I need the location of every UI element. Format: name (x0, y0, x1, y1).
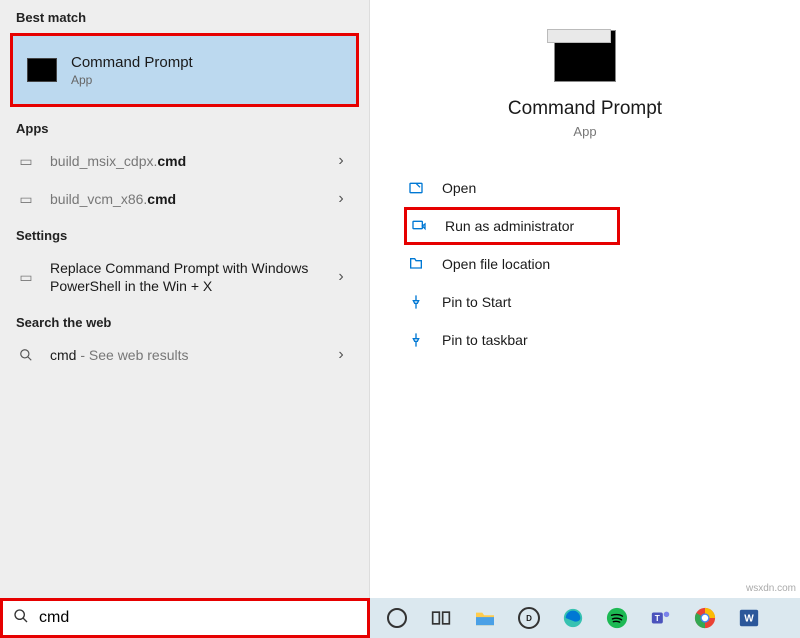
edge-icon[interactable] (560, 605, 586, 631)
cortana-icon[interactable] (384, 605, 410, 631)
search-icon (16, 346, 36, 364)
results-panel: Best match Command Prompt App Apps ▭ bui… (0, 0, 370, 598)
svg-text:W: W (744, 614, 754, 625)
preview-title: Command Prompt (508, 98, 662, 120)
best-match-subtitle: App (71, 73, 193, 87)
section-settings: Settings (0, 218, 369, 249)
search-icon (13, 608, 29, 628)
svg-text:T: T (655, 614, 660, 623)
search-input[interactable] (39, 609, 357, 627)
section-web: Search the web (0, 305, 369, 336)
section-best-match: Best match (0, 0, 369, 31)
chevron-right-icon[interactable]: › (329, 268, 353, 286)
command-prompt-icon-large (554, 30, 616, 82)
open-icon (404, 180, 428, 196)
chevron-right-icon[interactable]: › (329, 190, 353, 208)
task-view-icon[interactable] (428, 605, 454, 631)
shield-icon (407, 218, 431, 234)
preview-panel: Command Prompt App Open Run as administr… (370, 0, 800, 598)
file-icon: ▭ (16, 190, 36, 208)
settings-result-label: Replace Command Prompt with Windows Powe… (50, 259, 329, 295)
app-result-row[interactable]: ▭ build_vcm_x86.cmd › (0, 180, 369, 218)
pin-icon (404, 332, 428, 348)
spotify-icon[interactable] (604, 605, 630, 631)
action-pin-to-taskbar[interactable]: Pin to taskbar (404, 321, 800, 359)
file-icon: ▭ (16, 152, 36, 170)
chevron-right-icon[interactable]: › (329, 346, 353, 364)
watermark: wsxdn.com (746, 583, 796, 594)
web-result-label: cmd - See web results (50, 346, 329, 364)
chrome-icon[interactable] (692, 605, 718, 631)
chevron-right-icon[interactable]: › (329, 152, 353, 170)
search-bar[interactable] (0, 598, 370, 638)
best-match-item[interactable]: Command Prompt App (10, 33, 359, 107)
pin-icon (404, 294, 428, 310)
action-open[interactable]: Open (404, 169, 800, 207)
settings-monitor-icon: ▭ (16, 268, 36, 286)
dell-icon[interactable]: D (516, 605, 542, 631)
teams-icon[interactable]: T (648, 605, 674, 631)
best-match-title: Command Prompt (71, 54, 193, 71)
file-explorer-icon[interactable] (472, 605, 498, 631)
action-pin-to-start[interactable]: Pin to Start (404, 283, 800, 321)
app-result-row[interactable]: ▭ build_msix_cdpx.cmd › (0, 142, 369, 180)
action-open-file-location[interactable]: Open file location (404, 245, 800, 283)
command-prompt-icon (27, 58, 57, 82)
word-icon[interactable]: W (736, 605, 762, 631)
folder-icon (404, 256, 428, 272)
section-apps: Apps (0, 111, 369, 142)
taskbar: D T W (370, 598, 800, 638)
action-run-as-admin[interactable]: Run as administrator (404, 207, 620, 245)
preview-subtitle: App (573, 124, 596, 139)
settings-result-row[interactable]: ▭ Replace Command Prompt with Windows Po… (0, 249, 369, 305)
web-result-row[interactable]: cmd - See web results › (0, 336, 369, 374)
app-result-label: build_msix_cdpx.cmd (50, 152, 329, 170)
app-result-label: build_vcm_x86.cmd (50, 190, 329, 208)
